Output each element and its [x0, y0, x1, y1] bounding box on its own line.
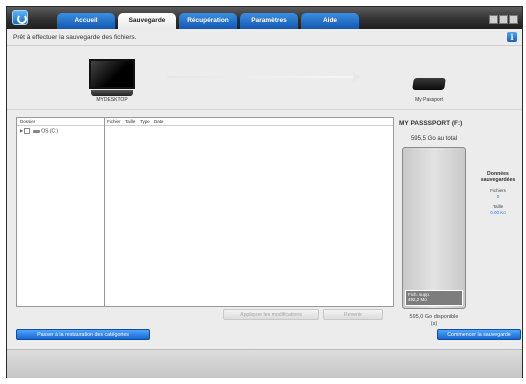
app-window: Accueil Sauvegarde Récupération Paramètr…	[6, 6, 523, 378]
target-drive-label: My Passport	[415, 97, 443, 103]
column-header-type[interactable]: Type	[140, 119, 150, 124]
external-drive-icon	[412, 78, 446, 90]
monitor-icon	[89, 59, 135, 96]
file-browser: Dossier ▶ OS (C:) Fichier Taille Type Da…	[16, 117, 394, 307]
drive-available: 595,0 Go disponible (s)	[409, 314, 459, 327]
restore-categories-button[interactable]: Passer à la restauration des catégories	[16, 329, 150, 340]
bottom-bar	[7, 349, 522, 378]
files-label: Fichiers	[490, 188, 506, 193]
title-bar: Accueil Sauvegarde Récupération Paramètr…	[7, 7, 522, 30]
maximize-icon[interactable]	[499, 15, 508, 24]
drive-title: MY PASSSPORT (F:)	[399, 120, 463, 127]
tab-sauvegarde[interactable]: Sauvegarde	[118, 13, 176, 30]
status-text: Prêt à effectuer la sauvegarde des fichi…	[13, 34, 137, 41]
divider	[7, 109, 522, 110]
gauge-value: 492,2 Mo	[408, 297, 427, 302]
info-icon[interactable]: i	[507, 32, 517, 42]
capacity-gauge: Fich. supp. 492,2 Mo	[402, 147, 466, 309]
gauge-fill: Fich. supp. 492,2 Mo	[405, 290, 463, 306]
divider	[7, 45, 522, 46]
revert-button[interactable]: Revenir	[323, 309, 383, 320]
column-header-fichier[interactable]: Fichier	[107, 119, 121, 124]
size-value: 0.00 Ko	[490, 210, 506, 215]
column-header-dossier[interactable]: Dossier	[20, 119, 35, 124]
files-value: 0	[496, 194, 500, 199]
wd-logo-icon	[12, 10, 28, 25]
drive-capacity: 595,5 Go au total	[410, 136, 458, 142]
source-computer-label: MYDESKTOP	[96, 97, 128, 103]
apply-changes-button[interactable]: Appliquer les modifications	[223, 309, 319, 320]
stats-title: Données sauvegardées	[480, 171, 516, 183]
arrow-head-icon	[353, 71, 361, 83]
size-label: Taille	[492, 204, 504, 209]
start-backup-button[interactable]: Commencer la sauvegarde	[437, 329, 521, 340]
window-controls	[488, 11, 518, 29]
tab-recuperation[interactable]: Récupération	[179, 13, 237, 29]
tree-item-label: OS (C:)	[41, 128, 59, 135]
backup-stats: Données sauvegardées Fichiers 0 Taille 0…	[475, 171, 521, 215]
close-icon[interactable]	[509, 15, 518, 24]
folder-checkbox[interactable]	[24, 128, 31, 134]
column-header-date[interactable]: Date	[154, 119, 164, 124]
tab-accueil[interactable]: Accueil	[57, 13, 115, 29]
folder-tree: Dossier ▶ OS (C:)	[17, 118, 105, 306]
file-list: Fichier Taille Type Date	[105, 118, 393, 306]
minimize-icon[interactable]	[489, 15, 498, 24]
tree-item-os-c[interactable]: ▶ OS (C:)	[20, 128, 58, 134]
expand-arrow-icon[interactable]: ▶	[20, 128, 23, 133]
tab-aide[interactable]: Aide	[301, 13, 359, 29]
transfer-arrow	[167, 76, 357, 78]
disk-icon	[32, 129, 40, 133]
column-header-taille[interactable]: Taille	[125, 119, 135, 124]
tab-parametres[interactable]: Paramètres	[240, 13, 298, 29]
